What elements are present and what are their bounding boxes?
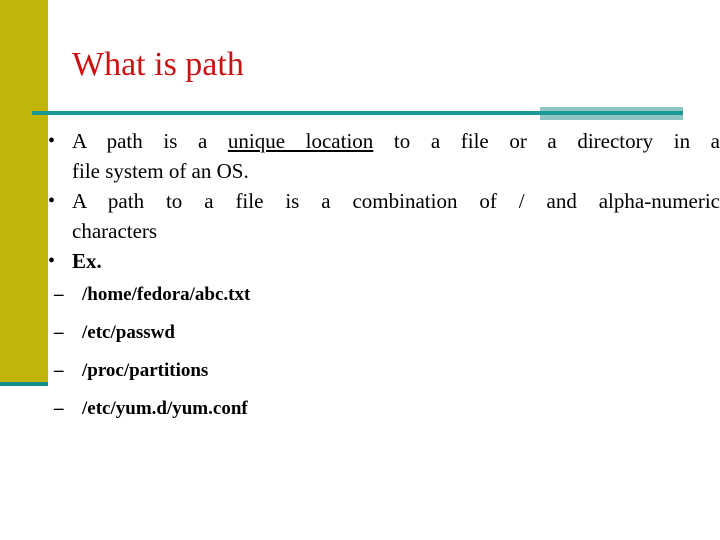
bullet-line-2: file system of an OS. [72,159,249,183]
sub-bullet-label: /etc/passwd [82,322,175,343]
bullet-line-1: A path is a unique location to a file or… [72,126,720,156]
sub-bullet-list: /home/fedora/abc.txt /etc/passwd /proc/p… [36,282,720,422]
slide-body: A path is a unique location to a file or… [36,126,720,434]
page-title: What is path [72,46,244,83]
list-item: A path is a unique location to a file or… [36,126,720,186]
bullet-line-2: characters [72,219,158,243]
bullet-list: A path is a unique location to a file or… [36,126,720,276]
title-rule [32,111,683,115]
list-item: A path to a file is a combination of / a… [36,186,720,246]
bullet-text-prefix: A path to a file is a combination of / a… [72,189,720,213]
sub-bullet-label: /etc/yum.d/yum.conf [82,398,248,419]
sub-bullet-label: /proc/partitions [82,360,209,381]
slide-canvas: What is path A path is a unique location… [0,0,720,540]
list-item: /proc/partitions [36,358,720,384]
bullet-text-prefix: A path is a [72,129,228,153]
bullet-text-underlined: unique location [227,129,374,153]
sub-bullet-label: /home/fedora/abc.txt [82,284,251,305]
list-item: Ex. [36,246,720,276]
bullet-line-1: Ex. [72,249,102,273]
list-item: /home/fedora/abc.txt [36,282,720,308]
list-item: /etc/passwd [36,320,720,346]
list-item: /etc/yum.d/yum.conf [36,396,720,422]
bullet-text-suffix: to a file or a directory in a [373,129,720,153]
bullet-line-1: A path to a file is a combination of / a… [72,186,720,216]
